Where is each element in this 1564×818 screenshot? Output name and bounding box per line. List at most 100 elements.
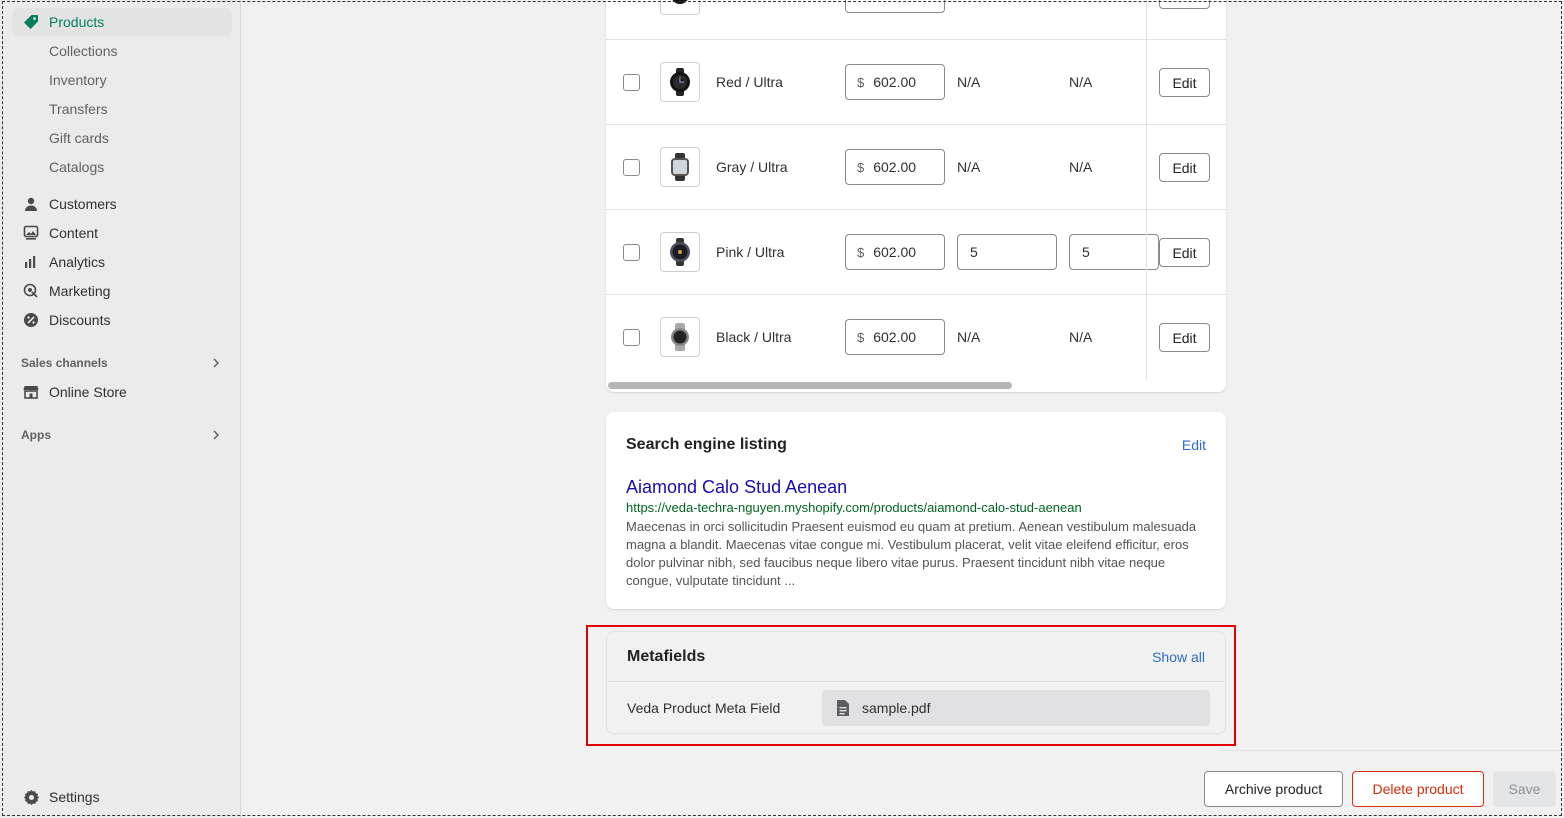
sidebar-item-inventory[interactable]: Inventory [49, 68, 107, 92]
sidebar-item-label: Marketing [49, 283, 111, 299]
variant-thumbnail [660, 62, 700, 102]
variant-thumbnail [660, 0, 700, 15]
price-input[interactable]: $ 602.00 [845, 149, 945, 185]
price-input[interactable]: $ 602.00 [845, 319, 945, 355]
price-value: 602.00 [873, 244, 917, 260]
price-value: 602.00 [873, 74, 917, 90]
on-hand-value: N/A [1069, 74, 1093, 90]
seo-url: https://veda-techra-nguyen.myshopify.com… [626, 500, 1082, 515]
on-hand-value: N/A [1069, 329, 1093, 345]
store-icon [21, 382, 41, 402]
watch-icon [671, 323, 689, 351]
target-icon [21, 281, 41, 301]
divider [1222, 750, 1564, 751]
sidebar-item-label: Analytics [49, 254, 106, 270]
metafield-file-value[interactable]: sample.pdf [822, 690, 1210, 726]
sidebar: Products Collections Inventory Transfers… [0, 0, 241, 818]
sidebar-item-transfers[interactable]: Transfers [49, 97, 108, 121]
sidebar-item-label: Discounts [49, 312, 111, 328]
sidebar-item-label: Settings [49, 789, 100, 805]
sidebar-item-settings[interactable]: Settings [12, 783, 232, 811]
bar-chart-icon [21, 252, 41, 272]
price-value: 602.00 [873, 329, 917, 345]
price-input[interactable] [845, 0, 945, 13]
currency-symbol: $ [857, 329, 865, 345]
variants-card: Red / Ultra $ 602.00 N/A N/A Edit Gray /… [606, 0, 1226, 392]
sidebar-item-marketing[interactable]: Marketing [12, 277, 232, 305]
edit-seo-link[interactable]: Edit [1182, 437, 1206, 453]
watch-icon [670, 238, 690, 266]
price-input[interactable]: $ 602.00 [845, 64, 945, 100]
content-icon [21, 223, 41, 243]
sidebar-item-label: Content [49, 225, 99, 241]
file-name: sample.pdf [862, 700, 931, 716]
divider [607, 681, 1225, 682]
variant-name: Pink / Ultra [716, 244, 785, 260]
edit-variant-button[interactable]: Edit [1159, 68, 1210, 97]
edit-variant-button[interactable]: Edit [1159, 238, 1210, 267]
section-label: Apps [21, 428, 51, 442]
save-button[interactable]: Save [1493, 771, 1556, 807]
sidebar-item-discounts[interactable]: Discounts [12, 306, 232, 334]
sidebar-item-online-store[interactable]: Online Store [12, 378, 232, 406]
seo-description: Maecenas in orci sollicitudin Praesent e… [626, 519, 1197, 588]
sidebar-item-products[interactable]: Products [12, 8, 232, 36]
chevron-right-icon [213, 430, 220, 440]
metafields-card: Metafields Show all Veda Product Meta Fi… [606, 631, 1226, 734]
seo-page-title: Aiamond Calo Stud Aenean [626, 477, 848, 497]
sidebar-item-catalogs[interactable]: Catalogs [49, 155, 104, 179]
watch-icon [670, 68, 690, 96]
variant-thumbnail [660, 317, 700, 357]
variant-name: Gray / Ultra [716, 159, 788, 175]
sticky-column-divider [1146, 0, 1147, 380]
sidebar-item-collections[interactable]: Collections [49, 39, 117, 63]
variant-name: Black / Ultra [716, 329, 792, 345]
watch-icon [671, 153, 689, 181]
table-row: Red / Ultra $ 602.00 N/A N/A Edit [606, 40, 1226, 125]
variant-name: Red / Ultra [716, 74, 783, 90]
available-value: N/A [957, 74, 981, 90]
sidebar-item-label: Customers [49, 196, 117, 212]
search-engine-listing-card: Search engine listing Edit Aiamond Calo … [606, 412, 1226, 609]
apps-header[interactable]: Apps [21, 425, 221, 445]
card-title: Metafields [627, 648, 706, 665]
variant-thumbnail [660, 147, 700, 187]
currency-symbol: $ [857, 74, 865, 90]
variant-checkbox[interactable] [623, 159, 640, 176]
sidebar-item-label: Products [49, 14, 105, 30]
table-row: Pink / Ultra $ 602.00 5 5 Edit [606, 210, 1226, 295]
show-all-link[interactable]: Show all [1152, 649, 1205, 665]
archive-product-button[interactable]: Archive product [1204, 771, 1343, 807]
sidebar-item-gift-cards[interactable]: Gift cards [49, 126, 109, 150]
variant-checkbox[interactable] [623, 329, 640, 346]
on-hand-value: N/A [1069, 159, 1093, 175]
discount-icon [21, 310, 41, 330]
price-value: 602.00 [873, 159, 917, 175]
variant-checkbox[interactable] [623, 74, 640, 91]
available-value: N/A [957, 159, 981, 175]
sidebar-item-analytics[interactable]: Analytics [12, 248, 232, 276]
variant-checkbox[interactable] [623, 244, 640, 261]
section-label: Sales channels [21, 356, 108, 370]
currency-symbol: $ [857, 244, 865, 260]
price-input[interactable]: $ 602.00 [845, 234, 945, 270]
table-row: Black / Ultra $ 602.00 N/A N/A Edit [606, 295, 1226, 380]
person-icon [21, 194, 41, 214]
variant-thumbnail [660, 232, 700, 272]
horizontal-scrollbar[interactable] [608, 382, 1012, 389]
gear-icon [21, 787, 41, 807]
sidebar-item-customers[interactable]: Customers [12, 190, 232, 218]
edit-variant-button[interactable]: Edit [1159, 323, 1210, 352]
available-value: N/A [957, 329, 981, 345]
delete-product-button[interactable]: Delete product [1352, 771, 1484, 807]
edit-variant-button[interactable]: Edit [1159, 153, 1210, 182]
available-quantity-input[interactable]: 5 [957, 234, 1057, 270]
sidebar-item-content[interactable]: Content [12, 219, 232, 247]
chevron-right-icon [213, 358, 220, 368]
tag-icon [21, 12, 41, 32]
sidebar-item-label: Online Store [49, 384, 127, 400]
edit-variant-button[interactable] [1159, 0, 1210, 9]
file-icon [836, 699, 852, 717]
sales-channels-header[interactable]: Sales channels [21, 353, 221, 373]
metafield-label: Veda Product Meta Field [627, 700, 781, 716]
